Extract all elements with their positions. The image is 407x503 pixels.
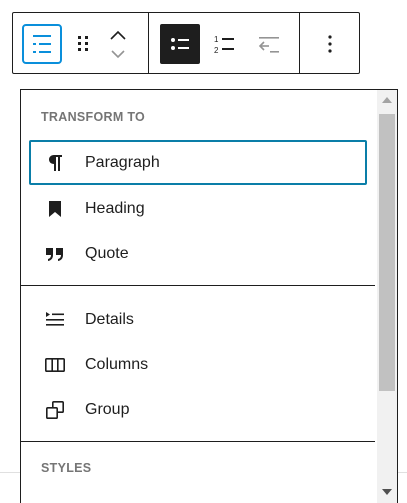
transform-dropdown: TRANSFORM TO Paragraph Heading Quote Det… <box>20 89 398 503</box>
chevron-up-icon <box>110 30 126 40</box>
list-block-icon <box>33 35 51 53</box>
menu-item-label: Heading <box>85 199 145 217</box>
menu-item-label: Quote <box>85 244 129 262</box>
svg-text:1: 1 <box>214 35 219 44</box>
columns-icon <box>43 353 67 377</box>
transform-section-title: TRANSFORM TO <box>41 110 146 124</box>
menu-divider <box>21 441 375 442</box>
menu-item-paragraph[interactable]: Paragraph <box>29 140 367 185</box>
drag-dots-icon <box>78 36 88 51</box>
menu-item-quote[interactable]: Quote <box>29 231 367 276</box>
scroll-up-arrow-icon[interactable] <box>382 97 392 103</box>
ordered-list-button[interactable]: 1 2 <box>209 28 241 60</box>
more-vertical-icon <box>328 35 332 53</box>
svg-text:2: 2 <box>214 46 219 55</box>
options-button[interactable] <box>314 28 346 60</box>
move-up-button[interactable] <box>107 27 129 43</box>
toolbar-separator <box>148 13 149 73</box>
menu-item-details[interactable]: Details <box>29 297 367 342</box>
menu-item-label: Columns <box>85 355 149 373</box>
scroll-down-arrow-icon[interactable] <box>382 489 392 495</box>
bookmark-icon <box>43 197 67 221</box>
dropdown-scrollbar[interactable] <box>377 90 397 503</box>
menu-item-label: Group <box>85 400 130 418</box>
unordered-list-icon <box>171 38 189 50</box>
menu-item-group[interactable]: Group <box>29 387 367 432</box>
menu-item-heading[interactable]: Heading <box>29 186 367 231</box>
list-block-button[interactable] <box>22 24 62 64</box>
block-toolbar: 1 2 <box>12 12 360 74</box>
ordered-list-icon: 1 2 <box>214 35 234 55</box>
toolbar-separator <box>299 13 300 73</box>
menu-item-label: Details <box>85 310 134 328</box>
menu-item-columns[interactable]: Columns <box>29 342 367 387</box>
details-icon <box>43 308 67 332</box>
chevron-down-icon <box>111 50 125 59</box>
quote-icon <box>43 242 67 266</box>
drag-handle[interactable] <box>71 31 95 55</box>
styles-section-title: STYLES <box>41 461 92 475</box>
move-down-button[interactable] <box>107 47 129 61</box>
group-icon <box>43 398 67 422</box>
menu-divider <box>21 285 375 286</box>
unordered-list-button[interactable] <box>160 24 200 64</box>
outdent-button[interactable] <box>253 28 285 60</box>
scroll-thumb[interactable] <box>379 114 395 391</box>
outdent-icon <box>258 37 279 53</box>
pilcrow-icon <box>43 151 67 175</box>
menu-item-label: Paragraph <box>85 153 160 171</box>
